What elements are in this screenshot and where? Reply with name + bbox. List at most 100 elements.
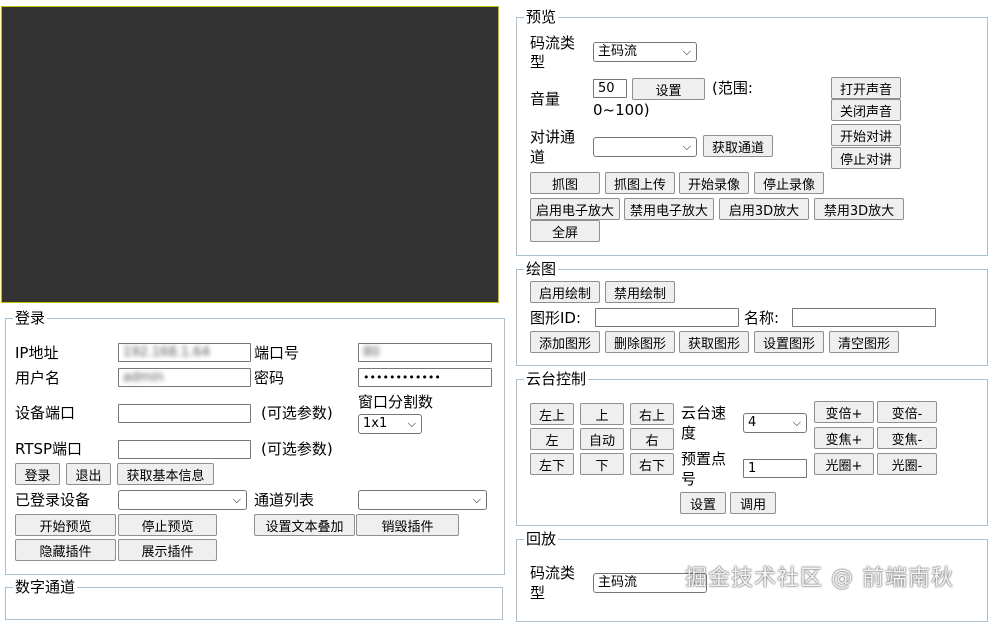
- start-preview-button[interactable]: 开始预览: [15, 514, 116, 536]
- window-split-label: 窗口分割数: [358, 393, 434, 411]
- set-shape-button[interactable]: 设置图形: [754, 331, 824, 353]
- ptz-down-left-button[interactable]: 左下: [530, 453, 574, 475]
- talk-channel-label-2: 道: [530, 148, 546, 166]
- disable-draw-button[interactable]: 禁用绘制: [605, 281, 675, 303]
- hide-plugin-button[interactable]: 隐藏插件: [15, 539, 116, 561]
- get-shape-button[interactable]: 获取图形: [679, 331, 749, 353]
- username-input[interactable]: admin: [118, 368, 251, 387]
- ptz-down-button[interactable]: 下: [580, 453, 624, 475]
- ptz-up-left-button[interactable]: 左上: [530, 403, 574, 425]
- ptz-up-button[interactable]: 上: [580, 403, 624, 425]
- capture-upload-button[interactable]: 抓图上传: [605, 172, 675, 194]
- set-text-overlay-button[interactable]: 设置文本叠加: [254, 514, 355, 536]
- ptz-auto-button[interactable]: 自动: [580, 428, 624, 450]
- preset-label: 预置点: [681, 450, 727, 468]
- ptz-right-button[interactable]: 右: [630, 428, 674, 450]
- fullscreen-button[interactable]: 全屏: [530, 220, 600, 242]
- login-button[interactable]: 登录: [15, 463, 60, 485]
- password-input[interactable]: ••••••••••••: [358, 368, 492, 387]
- preview-legend: 预览: [526, 8, 557, 26]
- start-talk-button[interactable]: 开始对讲: [831, 124, 901, 146]
- ip-input[interactable]: 192.168.1.64: [118, 343, 251, 362]
- video-plugin-window[interactable]: [1, 6, 499, 303]
- shape-id-input[interactable]: [595, 308, 739, 327]
- disable-ezoom-button[interactable]: 禁用电子放大: [624, 198, 714, 220]
- ip-value: 192.168.1.64: [123, 345, 210, 360]
- capture-button[interactable]: 抓图: [530, 172, 600, 194]
- device-port-input[interactable]: [118, 404, 251, 423]
- ptz-speed-value: 4: [748, 415, 757, 430]
- chevron-down-icon: ⌵: [792, 416, 801, 429]
- chevron-down-icon: ⌵: [232, 493, 241, 506]
- volume-input[interactable]: 50: [593, 79, 627, 98]
- digital-channel-legend: 数字通道: [15, 578, 76, 596]
- digital-channel-panel: 数字通道: [5, 580, 503, 620]
- volume-range-label-2: 0~100): [593, 101, 650, 119]
- talk-channel-select[interactable]: ⌵: [593, 137, 697, 157]
- password-value: ••••••••••••: [363, 371, 441, 384]
- logged-devices-label: 已登录设备: [15, 491, 91, 509]
- open-sound-button[interactable]: 打开声音: [831, 77, 901, 99]
- ptz-speed-select[interactable]: 4 ⌵: [743, 413, 807, 433]
- ptz-down-right-button[interactable]: 右下: [630, 453, 674, 475]
- playback-stream-type-label-2: 型: [530, 584, 546, 602]
- zoom-out-button[interactable]: 变倍-: [877, 401, 937, 423]
- stop-preview-button[interactable]: 停止预览: [118, 514, 217, 536]
- volume-range-label: (范围:: [712, 79, 753, 97]
- destroy-plugin-button[interactable]: 销毁插件: [356, 514, 459, 536]
- stream-type-value: 主码流: [598, 44, 638, 59]
- rtsp-port-input[interactable]: [118, 440, 251, 459]
- close-sound-button[interactable]: 关闭声音: [831, 99, 901, 121]
- device-port-optional: (可选参数): [261, 404, 333, 422]
- drawing-legend: 绘图: [526, 260, 557, 278]
- volume-set-button[interactable]: 设置: [632, 78, 705, 100]
- port-input[interactable]: 80: [358, 343, 492, 362]
- rtsp-port-label: RTSP端口: [15, 440, 83, 458]
- chevron-down-icon: ⌵: [682, 140, 691, 153]
- preset-set-button[interactable]: 设置: [680, 492, 726, 514]
- window-split-value: 1x1: [363, 416, 388, 431]
- device-port-label: 设备端口: [15, 404, 76, 422]
- add-shape-button[interactable]: 添加图形: [530, 331, 600, 353]
- stop-talk-button[interactable]: 停止对讲: [831, 147, 901, 169]
- ptz-left-button[interactable]: 左: [530, 428, 574, 450]
- delete-shape-button[interactable]: 删除图形: [605, 331, 675, 353]
- enable-ezoom-button[interactable]: 启用电子放大: [530, 198, 620, 220]
- enable-3d-zoom-button[interactable]: 启用3D放大: [719, 198, 809, 220]
- channel-list-select[interactable]: ⌵: [358, 490, 487, 510]
- preset-call-button[interactable]: 调用: [730, 492, 776, 514]
- logout-button[interactable]: 退出: [66, 463, 111, 485]
- focus-in-button[interactable]: 变焦+: [814, 427, 874, 449]
- chevron-down-icon: ⌵: [682, 45, 691, 58]
- get-channel-button[interactable]: 获取通道: [703, 135, 773, 157]
- ptz-speed-label-2: 度: [681, 424, 697, 442]
- stop-record-button[interactable]: 停止录像: [754, 172, 824, 194]
- disable-3d-zoom-button[interactable]: 禁用3D放大: [814, 198, 904, 220]
- clear-shape-button[interactable]: 清空图形: [829, 331, 899, 353]
- get-basic-info-button[interactable]: 获取基本信息: [117, 463, 214, 485]
- ptz-speed-label: 云台速: [681, 404, 727, 422]
- preset-input[interactable]: 1: [743, 459, 807, 478]
- start-record-button[interactable]: 开始录像: [679, 172, 749, 194]
- iris-in-button[interactable]: 光圈+: [814, 453, 874, 475]
- chevron-down-icon: ⌵: [407, 417, 416, 430]
- show-plugin-button[interactable]: 展示插件: [118, 539, 217, 561]
- channel-list-label: 通道列表: [254, 491, 315, 509]
- logged-devices-select[interactable]: ⌵: [118, 490, 247, 510]
- preset-label-2: 号: [681, 470, 697, 488]
- username-label: 用户名: [15, 369, 61, 387]
- shape-name-label: 名称:: [744, 309, 780, 327]
- ptz-up-right-button[interactable]: 右上: [630, 403, 674, 425]
- iris-out-button[interactable]: 光圈-: [877, 453, 937, 475]
- zoom-in-button[interactable]: 变倍+: [814, 401, 874, 423]
- rtsp-port-optional: (可选参数): [261, 440, 333, 458]
- enable-draw-button[interactable]: 启用绘制: [530, 281, 600, 303]
- port-value: 80: [363, 345, 380, 360]
- stream-type-select[interactable]: 主码流 ⌵: [593, 42, 697, 62]
- shape-name-input[interactable]: [792, 308, 936, 327]
- window-split-select[interactable]: 1x1 ⌵: [358, 414, 422, 434]
- ip-label: IP地址: [15, 344, 59, 362]
- volume-label: 音量: [530, 90, 561, 108]
- focus-out-button[interactable]: 变焦-: [877, 427, 937, 449]
- ptz-legend: 云台控制: [526, 370, 587, 388]
